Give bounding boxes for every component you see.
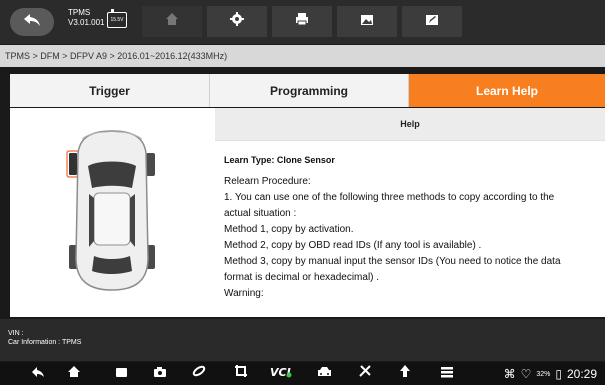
status-area: ⌘ ♡ 32% ▯ 20:29 — [504, 367, 597, 381]
vin-label: VIN : — [8, 330, 24, 337]
recent-apps-button[interactable] — [113, 366, 129, 381]
camera-button[interactable] — [152, 366, 168, 381]
vehicle-button[interactable] — [316, 366, 332, 381]
update-button[interactable] — [397, 364, 413, 383]
tools-button[interactable] — [357, 364, 373, 383]
print-button[interactable] — [272, 6, 332, 37]
car-diagram — [10, 108, 213, 317]
edit-button[interactable] — [402, 6, 462, 37]
car-information-label: Car Information : TPMS — [8, 339, 82, 346]
tab-programming[interactable]: Programming — [210, 74, 409, 107]
menu-icon — [440, 365, 454, 383]
browser-button[interactable] — [191, 364, 207, 383]
tools-icon — [358, 364, 372, 383]
edit-icon — [425, 13, 439, 31]
help-line: Relearn Procedure: — [224, 176, 311, 187]
nav-home-button[interactable] — [66, 365, 82, 383]
tab-bar: Trigger Programming Learn Help — [10, 74, 605, 107]
upload-arrow-icon — [399, 364, 411, 383]
help-line: Method 3, copy by manual input the senso… — [224, 256, 561, 267]
back-arrow-icon — [23, 13, 41, 32]
help-line: Warning: — [224, 288, 264, 299]
image-icon — [360, 13, 374, 31]
settings-button[interactable] — [207, 6, 267, 37]
bluetooth-icon: ⌘ — [503, 367, 516, 381]
battery-percentage: 32% — [536, 370, 551, 378]
tab-label: Programming — [269, 83, 348, 98]
breadcrumb: TPMS > DFM > DFPV A9 > 2016.01~2016.12(4… — [0, 45, 605, 67]
screenshot-button[interactable] — [337, 6, 397, 37]
tab-label: Trigger — [89, 83, 130, 98]
home-button[interactable] — [142, 6, 202, 37]
top-toolbar: TPMS V3.01.001 15.5V — [0, 0, 605, 44]
printer-icon — [295, 12, 309, 31]
app-info: TPMS V3.01.001 — [68, 8, 104, 28]
help-panel: Help Learn Type: Clone Sensor Relearn Pr… — [215, 108, 605, 317]
home-icon — [67, 365, 81, 383]
help-line: 1. You can use one of the following thre… — [224, 192, 555, 203]
crop-icon — [234, 364, 248, 383]
tire-front-left-icon — [69, 153, 77, 175]
back-button[interactable] — [10, 8, 54, 36]
battery-icon: ▯ — [555, 367, 562, 381]
tab-learn-help[interactable]: Learn Help — [409, 74, 605, 107]
system-navigation-bar: VCI ⌘ ♡ 32% ▯ 20:29 — [0, 362, 605, 385]
help-line: format is decimal or hexadecimal) . — [224, 272, 380, 283]
tab-label: Learn Help — [475, 83, 538, 98]
help-line: Method 1, copy by activation. — [224, 224, 354, 235]
content-area: Help Learn Type: Clone Sensor Relearn Pr… — [10, 108, 605, 317]
vehicle-info-bar: VIN : Car Information : TPMS — [0, 319, 605, 361]
wifi-icon: ♡ — [520, 367, 532, 381]
recent-apps-icon — [115, 365, 128, 383]
tab-trigger[interactable]: Trigger — [10, 74, 210, 107]
help-line: Method 2, copy by OBD read IDs (If any t… — [224, 240, 482, 251]
back-arrow-icon — [31, 365, 45, 383]
vci-button[interactable]: VCI — [269, 366, 293, 381]
menu-button[interactable] — [439, 366, 455, 381]
battery-voltage-icon: 15.5V — [107, 9, 127, 28]
browser-icon — [192, 364, 206, 383]
home-icon — [165, 12, 179, 31]
crop-button[interactable] — [233, 364, 249, 383]
camera-icon — [153, 365, 167, 383]
app-version: V3.01.001 — [68, 18, 105, 27]
learn-type: Learn Type: Clone Sensor — [224, 155, 335, 165]
nav-back-button[interactable] — [30, 366, 46, 381]
gear-icon — [230, 12, 244, 31]
help-text: Learn Type: Clone Sensor Relearn Procedu… — [224, 152, 596, 302]
app-name: TPMS — [68, 8, 91, 17]
car-icon — [317, 365, 332, 383]
vci-icon: VCI — [270, 365, 292, 383]
tire-front-right-icon — [146, 153, 155, 176]
help-line: actual situation : — [224, 208, 297, 219]
help-header: Help — [215, 108, 605, 141]
car-top-view — [66, 130, 155, 291]
clock: 20:29 — [566, 367, 597, 381]
